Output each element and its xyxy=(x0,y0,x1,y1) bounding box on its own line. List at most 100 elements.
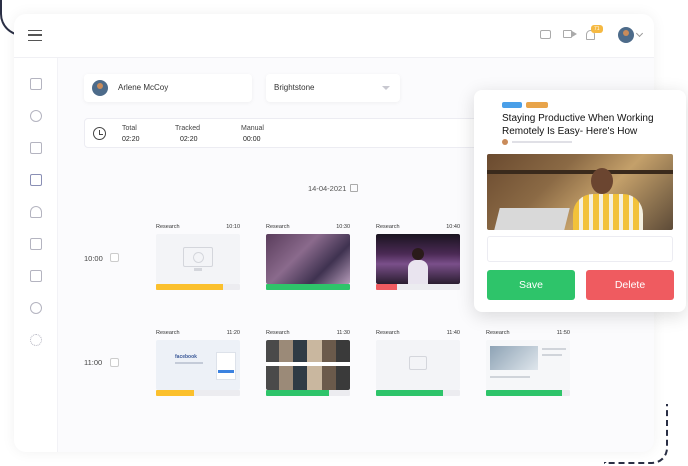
activity-bar xyxy=(486,390,570,396)
row-time: 10:00 xyxy=(84,254,103,263)
screenshot-thumbnail[interactable] xyxy=(266,234,350,284)
team-name: Brightstone xyxy=(274,83,315,92)
clock-icon[interactable] xyxy=(30,110,42,122)
card-time: 10:30 xyxy=(336,224,350,230)
card-title: Research xyxy=(376,330,400,336)
activity-fill xyxy=(486,390,562,396)
chevron-down-icon[interactable] xyxy=(635,29,644,38)
text-line xyxy=(542,348,566,350)
text-line xyxy=(175,362,203,364)
note-input[interactable] xyxy=(487,236,673,262)
card-title: Research xyxy=(266,330,290,336)
delete-button[interactable]: Delete xyxy=(586,270,674,300)
card-title: Research xyxy=(266,224,290,230)
card-title: Research xyxy=(376,224,400,230)
top-bar: 71 xyxy=(14,14,654,58)
person-head xyxy=(591,168,613,194)
video-icon[interactable] xyxy=(563,30,577,38)
meta-line xyxy=(512,141,572,143)
activity-bar xyxy=(376,284,460,290)
hamburger-icon[interactable] xyxy=(28,30,42,41)
notification-badge: 71 xyxy=(591,25,603,33)
sidebar xyxy=(14,58,58,452)
activity-bar xyxy=(376,390,460,396)
text-line xyxy=(490,376,530,378)
screenshot-thumbnail[interactable] xyxy=(486,340,570,390)
row-checkbox[interactable] xyxy=(110,358,119,367)
screenshot-thumbnail[interactable] xyxy=(266,340,350,390)
activity-bar xyxy=(266,284,350,290)
employee-name: Arlene McCoy xyxy=(118,83,169,92)
card-time: 11:20 xyxy=(226,330,240,336)
facebook-logo: facebook xyxy=(175,354,197,360)
activity-bar xyxy=(156,390,240,396)
document-icon[interactable] xyxy=(30,142,42,154)
speaker-body xyxy=(408,260,428,284)
hero-image[interactable] xyxy=(487,154,673,230)
card-title: Research xyxy=(156,330,180,336)
row-checkbox[interactable] xyxy=(110,253,119,262)
manual-label: Manual xyxy=(241,125,264,132)
screenshot-thumbnail[interactable] xyxy=(156,234,240,284)
screenshot-icon[interactable] xyxy=(30,174,42,186)
author-avatar xyxy=(502,139,508,145)
screenshot-detail-panel: Staying Productive When Working Remotely… xyxy=(474,90,686,312)
caret-down-icon xyxy=(382,86,390,90)
card-time: 10:10 xyxy=(226,224,240,230)
manual-value: 00:00 xyxy=(243,136,261,143)
dashboard-icon[interactable] xyxy=(30,78,42,90)
report-icon[interactable] xyxy=(30,270,42,282)
card-time: 11:40 xyxy=(446,330,460,336)
activity-fill xyxy=(156,390,194,396)
card-title: Research xyxy=(486,330,510,336)
chat-icon[interactable] xyxy=(540,30,551,39)
avatar xyxy=(92,80,108,96)
card-time: 10:40 xyxy=(446,224,460,230)
gear-icon[interactable] xyxy=(30,334,42,346)
image-icon xyxy=(409,356,427,370)
calendar-icon[interactable] xyxy=(350,184,358,192)
timer-icon[interactable] xyxy=(30,302,42,314)
briefcase-icon[interactable] xyxy=(30,238,42,250)
shelf xyxy=(487,170,673,174)
employee-select[interactable]: Arlene McCoy xyxy=(84,74,252,102)
activity-bar xyxy=(156,284,240,290)
team-select[interactable]: Brightstone xyxy=(266,74,400,102)
gallery-divider xyxy=(266,362,350,366)
screenshot-thumbnail[interactable]: facebook xyxy=(156,340,240,390)
total-label: Total xyxy=(122,125,137,132)
row-time: 11:00 xyxy=(84,358,103,367)
tracked-label: Tracked xyxy=(175,125,201,132)
screenshot-thumbnail[interactable] xyxy=(376,340,460,390)
tracked-value: 02:20 xyxy=(180,136,198,143)
activity-fill xyxy=(156,284,224,290)
save-button[interactable]: Save xyxy=(487,270,575,300)
activity-fill xyxy=(266,390,329,396)
total-value: 02:20 xyxy=(122,136,140,143)
category-tag xyxy=(526,102,548,108)
login-button-mark xyxy=(218,370,234,373)
speaker-head xyxy=(412,248,424,260)
article-image xyxy=(490,346,538,370)
post-title: Staying Productive When Working Remotely… xyxy=(502,113,654,137)
laptop xyxy=(494,208,570,230)
activity-fill xyxy=(376,390,444,396)
activity-bar xyxy=(266,390,350,396)
category-tag xyxy=(502,102,522,108)
person-body xyxy=(573,194,643,230)
card-time: 11:50 xyxy=(556,330,570,336)
activity-fill xyxy=(376,284,397,290)
avatar[interactable] xyxy=(618,27,634,43)
monitor-stand xyxy=(194,268,202,271)
card-title: Research xyxy=(156,224,180,230)
date-label: 14-04-2021 xyxy=(308,184,347,193)
monitor-icon xyxy=(183,247,213,267)
screenshot-thumbnail[interactable] xyxy=(376,234,460,284)
login-box xyxy=(216,352,236,380)
users-icon[interactable] xyxy=(30,206,42,218)
text-line xyxy=(542,354,562,356)
clock-icon xyxy=(93,127,106,140)
time-summary: Total 02:20 Tracked 02:20 Manual 00:00 xyxy=(84,118,484,148)
activity-fill xyxy=(266,284,350,290)
card-time: 11:30 xyxy=(336,330,350,336)
